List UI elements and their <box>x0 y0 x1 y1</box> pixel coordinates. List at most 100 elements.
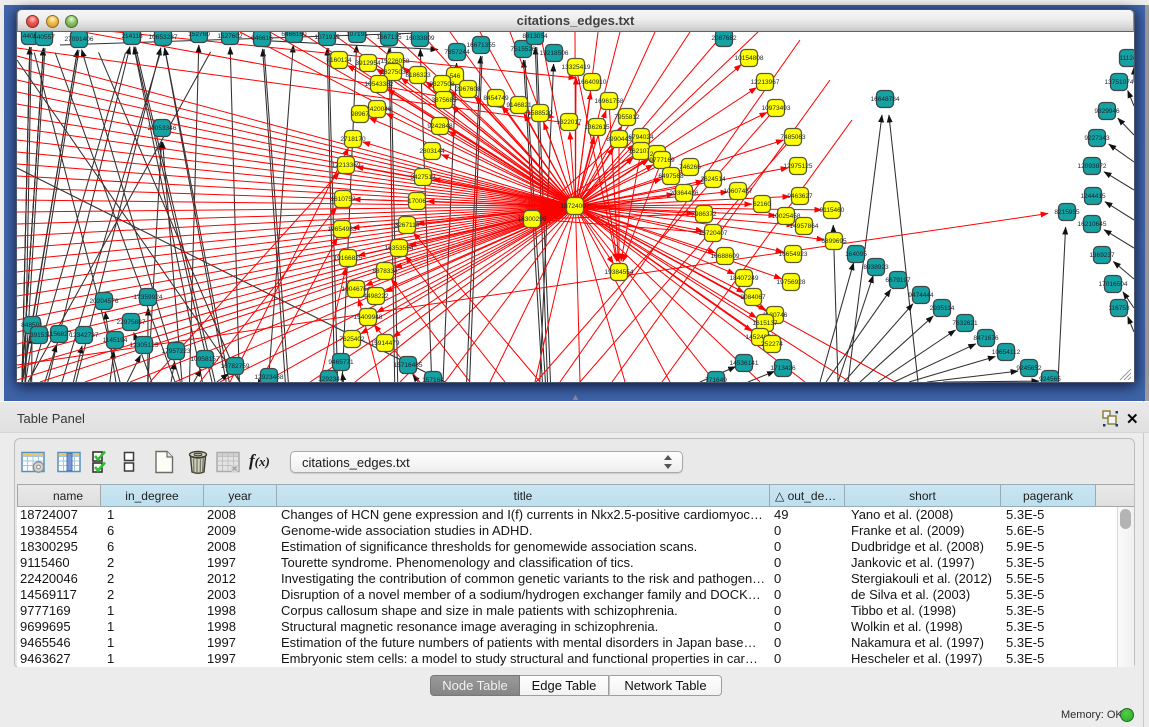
svg-text:19218506: 19218506 <box>540 50 569 57</box>
svg-text:13325419: 13325419 <box>562 64 591 71</box>
svg-text:8938923: 8938923 <box>863 264 889 271</box>
svg-text:8813054: 8813054 <box>522 33 548 40</box>
svg-text:20204576: 20204576 <box>90 298 119 305</box>
svg-text:10688609: 10688609 <box>711 253 740 260</box>
svg-text:7986372: 7986372 <box>691 211 717 218</box>
svg-text:17957223: 17957223 <box>162 348 191 355</box>
svg-text:62160: 62160 <box>753 201 771 208</box>
svg-text:8471676: 8471676 <box>973 335 999 342</box>
svg-text:924565: 924565 <box>1039 376 1061 382</box>
svg-text:7515526: 7515526 <box>510 46 536 53</box>
svg-text:14536141: 14536141 <box>730 360 759 367</box>
svg-text:8186323: 8186323 <box>405 72 431 79</box>
svg-text:10653287: 10653287 <box>149 34 178 41</box>
svg-text:15716485: 15716485 <box>394 362 423 369</box>
svg-text:7955812: 7955812 <box>614 114 640 121</box>
svg-text:10543382: 10543382 <box>365 81 394 88</box>
svg-text:1527602: 1527602 <box>217 33 243 40</box>
svg-text:14957864: 14957864 <box>790 223 819 230</box>
svg-text:10607487: 10607487 <box>724 188 753 195</box>
svg-text:16033809: 16033809 <box>406 35 435 42</box>
svg-text:2718170: 2718170 <box>340 136 366 143</box>
svg-text:3624514: 3624514 <box>700 176 726 183</box>
svg-text:2935114: 2935114 <box>930 305 955 312</box>
svg-text:214118: 214118 <box>121 33 143 40</box>
svg-text:2087682: 2087682 <box>711 35 737 42</box>
svg-text:12342737: 12342737 <box>70 332 99 339</box>
svg-text:1362615: 1362615 <box>584 124 610 131</box>
svg-text:440557: 440557 <box>33 34 55 41</box>
svg-text:9465771: 9465771 <box>328 359 354 366</box>
svg-text:2803144: 2803144 <box>419 148 445 155</box>
svg-text:9463627: 9463627 <box>787 193 813 200</box>
svg-text:10654112: 10654112 <box>992 349 1021 356</box>
svg-text:15720407: 15720407 <box>699 230 728 237</box>
svg-text:164095: 164095 <box>845 251 867 258</box>
svg-text:1322017: 1322017 <box>556 119 582 126</box>
svg-text:9427512: 9427512 <box>410 174 436 181</box>
svg-text:9227343: 9227343 <box>1084 135 1110 142</box>
svg-text:16353594: 16353594 <box>385 245 414 252</box>
svg-text:157164: 157164 <box>422 377 444 382</box>
svg-text:746266: 746266 <box>679 164 701 171</box>
svg-text:771649: 771649 <box>705 377 727 382</box>
svg-text:646616: 646616 <box>251 35 273 42</box>
svg-text:15409948: 15409948 <box>354 314 383 321</box>
svg-text:6679197: 6679197 <box>885 277 911 284</box>
svg-text:16648784: 16648784 <box>871 96 900 103</box>
svg-text:1610752: 1610752 <box>330 196 356 203</box>
svg-text:8454749: 8454749 <box>483 95 509 102</box>
svg-text:3912954: 3912954 <box>355 60 381 67</box>
svg-text:13751074: 13751074 <box>1105 79 1134 86</box>
svg-text:12093872: 12093872 <box>1078 163 1107 170</box>
svg-text:15914479: 15914479 <box>371 340 400 347</box>
svg-text:19384554: 19384554 <box>605 269 634 276</box>
svg-text:1667135: 1667135 <box>376 34 402 41</box>
svg-text:16654923: 16654923 <box>779 251 808 258</box>
svg-text:3267110: 3267110 <box>395 222 420 229</box>
svg-text:9777169: 9777169 <box>649 157 675 164</box>
svg-text:12975125: 12975125 <box>784 163 813 170</box>
svg-text:12923468: 12923468 <box>255 374 284 381</box>
svg-text:1244415: 1244415 <box>1080 193 1106 200</box>
svg-text:7625402: 7625402 <box>339 336 365 343</box>
svg-text:7632621: 7632621 <box>952 320 978 327</box>
svg-text:16671355: 16671355 <box>467 42 496 49</box>
svg-text:1145194: 1145194 <box>103 337 128 344</box>
svg-text:19654983: 19654983 <box>328 226 357 233</box>
svg-text:17359924: 17359924 <box>134 294 163 301</box>
svg-text:107191: 107191 <box>346 32 368 38</box>
svg-text:6497568: 6497568 <box>658 173 684 180</box>
svg-text:19166825: 19166825 <box>334 255 363 262</box>
svg-text:6899695: 6899695 <box>821 238 847 245</box>
svg-text:17006: 17006 <box>408 198 426 205</box>
svg-text:1588520: 1588520 <box>527 110 553 117</box>
svg-text:7857244: 7857244 <box>444 49 470 56</box>
svg-text:546: 546 <box>450 73 461 80</box>
svg-text:12213967: 12213967 <box>751 79 780 86</box>
svg-text:16961758: 16961758 <box>595 98 624 105</box>
svg-text:20053346: 20053346 <box>148 125 177 132</box>
svg-text:8215955: 8215955 <box>1054 209 1080 216</box>
svg-text:6794024: 6794024 <box>628 134 654 141</box>
svg-text:9327508: 9327508 <box>429 81 455 88</box>
svg-text:10154808: 10154808 <box>735 55 764 62</box>
svg-text:3875685: 3875685 <box>431 97 457 104</box>
svg-text:1615137: 1615137 <box>752 320 778 327</box>
svg-text:12305125: 12305125 <box>130 342 159 349</box>
svg-text:1071915: 1071915 <box>314 34 340 41</box>
svg-text:1369237: 1369237 <box>1089 252 1115 259</box>
svg-text:18724007: 18724007 <box>561 203 590 210</box>
svg-text:9084067: 9084067 <box>740 294 766 301</box>
svg-text:2967608: 2967608 <box>455 86 481 93</box>
svg-text:20364436: 20364436 <box>670 190 699 197</box>
svg-text:12213369: 12213369 <box>332 162 361 169</box>
svg-text:129234: 129234 <box>318 376 340 382</box>
svg-text:1713426: 1713426 <box>770 365 796 372</box>
svg-text:9827503: 9827503 <box>380 69 406 76</box>
svg-text:9245652: 9245652 <box>1016 365 1042 372</box>
svg-text:16782759: 16782759 <box>221 363 250 370</box>
svg-text:8878334: 8878334 <box>372 268 398 275</box>
svg-text:6466160: 6466160 <box>281 32 307 38</box>
svg-text:7485063: 7485063 <box>780 134 806 141</box>
